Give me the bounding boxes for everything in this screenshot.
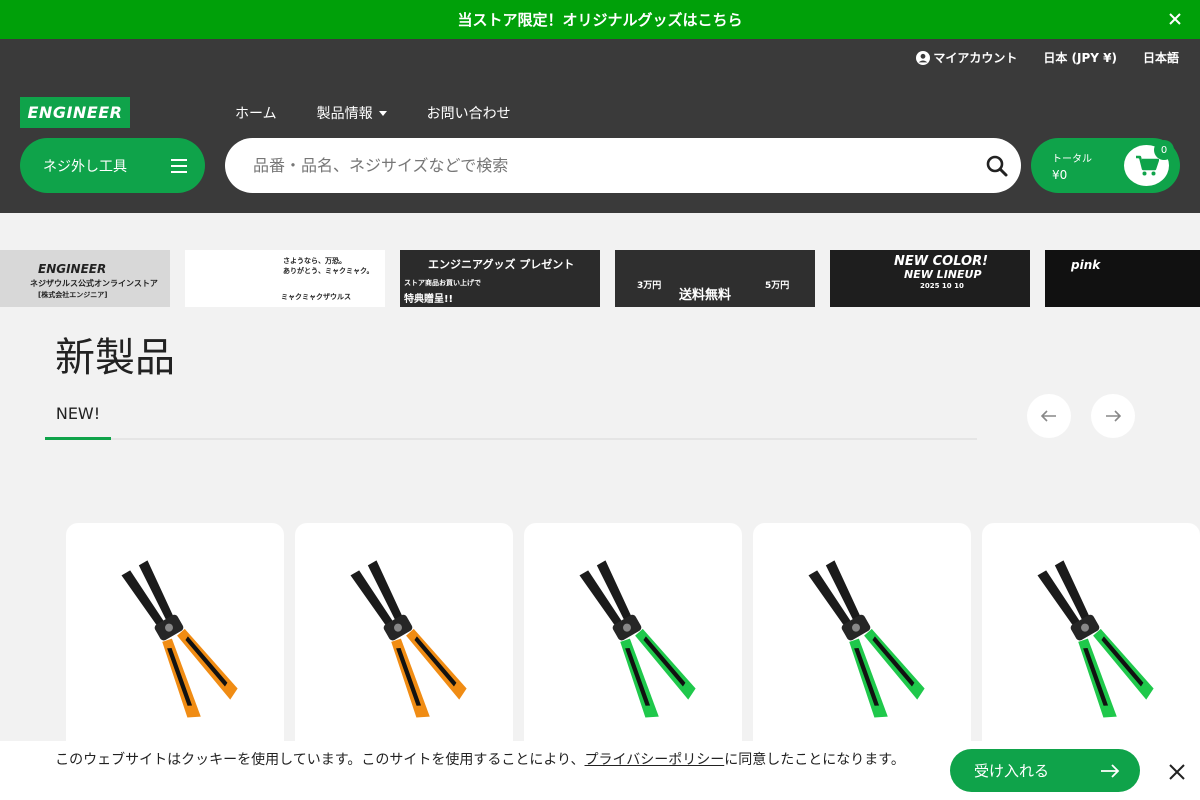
account-label: マイアカウント bbox=[933, 51, 1018, 65]
cart-button[interactable]: トータル ¥0 0 bbox=[1031, 138, 1180, 193]
nav-products[interactable]: 製品情報 bbox=[317, 103, 387, 123]
announcement-bar[interactable]: 当ストア限定！オリジナルグッズはこちら bbox=[0, 0, 1200, 39]
promo-banner[interactable]: さようなら、万恐。 ありがとう、ミャクミャク。 ミャクミャクザウルス bbox=[185, 250, 385, 307]
cart-total-label: トータル bbox=[1052, 153, 1092, 165]
cookie-message: このウェブサイトはクッキーを使用しています。このサイトを使用することにより、プラ… bbox=[30, 749, 930, 771]
banner-line: ENGINEER bbox=[38, 262, 107, 276]
banner-line: [株式会社エンジニア] bbox=[38, 291, 108, 299]
cookie-banner: このウェブサイトはクッキーを使用しています。このサイトを使用することにより、プラ… bbox=[0, 741, 1200, 800]
banner-line: 送料無料 bbox=[679, 288, 732, 303]
arrow-right-icon bbox=[1101, 763, 1120, 778]
search-input[interactable] bbox=[253, 156, 985, 175]
user-icon bbox=[916, 50, 931, 65]
banner-line: 2025 10 10 bbox=[920, 282, 964, 290]
product-tabs: NEW! bbox=[45, 398, 977, 440]
category-label: ネジ外し工具 bbox=[43, 158, 127, 175]
account-link[interactable]: マイアカウント bbox=[916, 49, 1017, 66]
section-title: 新製品 bbox=[55, 335, 175, 381]
promo-banner[interactable]: NEW COLOR! NEW LINEUP 2025 10 10 bbox=[830, 250, 1030, 307]
banner-line: ストア商品お買い上げで bbox=[404, 279, 481, 287]
site-logo[interactable]: ENGINEER bbox=[20, 97, 130, 128]
banner-line: ミャクミャクザウルス bbox=[281, 293, 351, 301]
pliers-image bbox=[350, 560, 467, 718]
banner-line: NEW COLOR! bbox=[894, 254, 989, 269]
search-bar bbox=[225, 138, 1021, 193]
cart-total-amount: ¥0 bbox=[1052, 167, 1068, 182]
promo-banner[interactable]: ENGINEER ネジザウルス公式オンラインストア [株式会社エンジニア] bbox=[0, 250, 170, 307]
cookie-close-icon[interactable] bbox=[1167, 762, 1187, 782]
region-selector[interactable]: 日本 (JPY ¥) bbox=[1043, 49, 1117, 66]
nav-home[interactable]: ホーム bbox=[235, 103, 277, 123]
banner-line: pink bbox=[1071, 258, 1101, 272]
banner-line: NEW LINEUP bbox=[904, 268, 982, 281]
site-header: マイアカウント 日本 (JPY ¥) 日本語 ENGINEER ホーム 製品情報… bbox=[0, 39, 1200, 213]
announcement-text[interactable]: 当ストア限定！オリジナルグッズはこちら bbox=[457, 9, 742, 30]
banner-line: さようなら、万恐。 bbox=[283, 257, 346, 265]
cart-totals: トータル ¥0 bbox=[1052, 150, 1092, 182]
promo-banner[interactable]: pink bbox=[1045, 250, 1200, 307]
pliers-image bbox=[579, 560, 696, 718]
banner-line: ありがとう、ミャクミャク。 bbox=[283, 267, 374, 275]
promo-banner[interactable]: 3万円 送料無料 5万円 bbox=[615, 250, 815, 307]
hamburger-icon bbox=[171, 158, 187, 173]
main-nav: ホーム 製品情報 お問い合わせ bbox=[235, 103, 511, 123]
caret-down-icon bbox=[378, 110, 387, 116]
cookie-text-after: に同意したことになります。 bbox=[724, 752, 905, 768]
cart-count-badge: 0 bbox=[1154, 140, 1174, 160]
cookie-text-before: このウェブサイトはクッキーを使用しています。このサイトを使用することにより、 bbox=[55, 752, 585, 768]
banner-line: エンジニアグッズ プレゼント bbox=[428, 258, 575, 271]
search-icon[interactable] bbox=[985, 154, 1009, 178]
category-menu-button[interactable]: ネジ外し工具 bbox=[20, 138, 205, 193]
pliers-image bbox=[121, 560, 238, 718]
privacy-policy-link[interactable]: プライバシーポリシー bbox=[585, 752, 725, 768]
close-icon[interactable] bbox=[1166, 10, 1184, 28]
banner-line: ネジザウルス公式オンラインストア bbox=[30, 279, 158, 288]
pliers-image bbox=[808, 560, 925, 718]
banner-line: 特典贈呈!! bbox=[404, 294, 454, 305]
logo-text: ENGINEER bbox=[27, 103, 123, 122]
utility-nav: マイアカウント 日本 (JPY ¥) 日本語 bbox=[916, 49, 1179, 66]
arrow-left-icon bbox=[1041, 410, 1056, 422]
pliers-image bbox=[1037, 560, 1154, 718]
cookie-accept-label: 受け入れる bbox=[974, 762, 1050, 780]
promo-banner[interactable]: エンジニアグッズ プレゼント ストア商品お買い上げで 特典贈呈!! bbox=[400, 250, 600, 307]
carousel-next-button[interactable] bbox=[1091, 394, 1135, 438]
banner-line: 5万円 bbox=[765, 281, 790, 291]
carousel-prev-button[interactable] bbox=[1027, 394, 1071, 438]
tab-new[interactable]: NEW! bbox=[45, 398, 111, 440]
banner-line: 3万円 bbox=[637, 281, 662, 291]
promo-banner-carousel: ENGINEER ネジザウルス公式オンラインストア [株式会社エンジニア] さよ… bbox=[0, 250, 1200, 307]
cookie-accept-button[interactable]: 受け入れる bbox=[950, 749, 1140, 792]
language-selector[interactable]: 日本語 bbox=[1143, 49, 1179, 66]
arrow-right-icon bbox=[1106, 410, 1121, 422]
nav-products-label: 製品情報 bbox=[316, 106, 373, 122]
nav-contact[interactable]: お問い合わせ bbox=[427, 103, 511, 123]
